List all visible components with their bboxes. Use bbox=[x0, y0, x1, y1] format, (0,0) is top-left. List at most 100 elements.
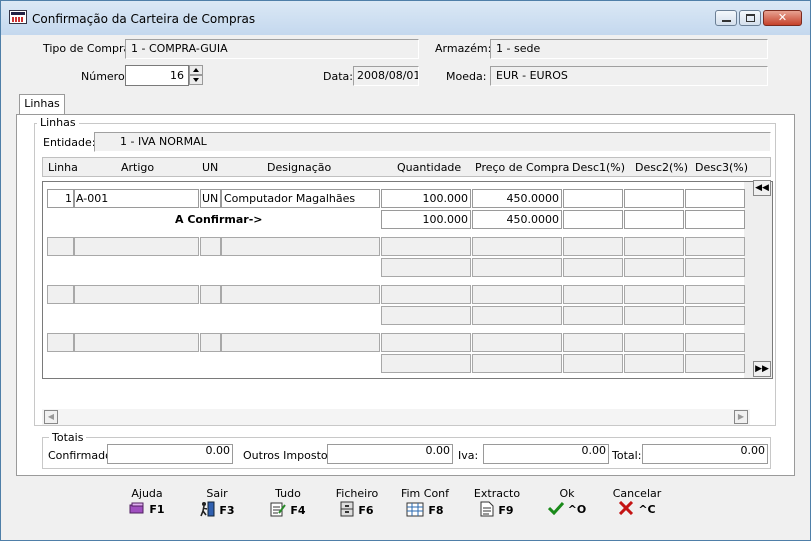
empty-row4-cell[interactable] bbox=[200, 333, 221, 352]
cross-icon bbox=[618, 500, 634, 518]
row1-quantidade[interactable]: 100.000 bbox=[381, 189, 471, 208]
empty-row4-sub-cell[interactable] bbox=[685, 354, 745, 373]
spin-down-button[interactable] bbox=[189, 75, 203, 85]
empty-row3-cell[interactable] bbox=[685, 285, 745, 304]
empty-row2-cell[interactable] bbox=[624, 237, 684, 256]
empty-row2-cell[interactable] bbox=[74, 237, 199, 256]
empty-row4-sub-cell[interactable] bbox=[381, 354, 471, 373]
empty-row3-sub-cell[interactable] bbox=[624, 306, 684, 325]
close-button[interactable]: ✕ bbox=[763, 10, 802, 26]
row1-desc1[interactable] bbox=[563, 189, 623, 208]
empty-row3-sub-cell[interactable] bbox=[563, 306, 623, 325]
tipo-compra-field[interactable]: 1 - COMPRA-GUIA bbox=[125, 39, 419, 59]
ok-button[interactable]: Ok ^O bbox=[537, 487, 597, 518]
col-designacao[interactable]: Designação bbox=[267, 161, 331, 174]
numero-input[interactable]: 16 bbox=[125, 65, 189, 86]
toolbar-label: Ajuda bbox=[131, 487, 163, 500]
numero-spinner[interactable] bbox=[189, 65, 203, 86]
tudo-button[interactable]: Tudo F4 bbox=[258, 487, 318, 520]
row1-preco[interactable]: 450.0000 bbox=[472, 189, 562, 208]
col-linha[interactable]: Linha bbox=[48, 161, 78, 174]
col-un[interactable]: UN bbox=[202, 161, 218, 174]
scroll-down-button[interactable]: ▶▶ bbox=[753, 361, 771, 377]
moeda-field[interactable]: EUR - EUROS bbox=[490, 66, 768, 86]
empty-row2-sub-cell[interactable] bbox=[472, 258, 562, 277]
empty-row3-cell[interactable] bbox=[47, 285, 74, 304]
grid-scroll-track[interactable] bbox=[744, 182, 772, 378]
empty-row4-sub-cell[interactable] bbox=[624, 354, 684, 373]
col-desc2[interactable]: Desc2(%) bbox=[635, 161, 688, 174]
row1-confirm-quantidade[interactable]: 100.000 bbox=[381, 210, 471, 229]
empty-row4-cell[interactable] bbox=[472, 333, 562, 352]
empty-row3-sub-cell[interactable] bbox=[381, 306, 471, 325]
scroll-right-button[interactable]: ▶ bbox=[734, 410, 748, 424]
empty-row3-sub-cell[interactable] bbox=[472, 306, 562, 325]
empty-row2-sub-cell[interactable] bbox=[624, 258, 684, 277]
horizontal-scrollbar[interactable] bbox=[42, 409, 750, 425]
cancelar-button[interactable]: Cancelar ^C bbox=[607, 487, 667, 518]
row1-linha[interactable]: 1 bbox=[47, 189, 74, 208]
empty-row2-cell[interactable] bbox=[47, 237, 74, 256]
empty-row3-cell[interactable] bbox=[74, 285, 199, 304]
maximize-button[interactable] bbox=[739, 10, 761, 26]
empty-row2-sub-cell[interactable] bbox=[685, 258, 745, 277]
row1-artigo[interactable]: A-001 bbox=[74, 189, 199, 208]
empty-row4-cell[interactable] bbox=[47, 333, 74, 352]
sair-button[interactable]: Sair F3 bbox=[187, 487, 247, 520]
minimize-button[interactable] bbox=[715, 10, 737, 26]
empty-row3-cell[interactable] bbox=[563, 285, 623, 304]
empty-row4-cell[interactable] bbox=[381, 333, 471, 352]
row1-confirm-preco[interactable]: 450.0000 bbox=[472, 210, 562, 229]
linhas-group-title: Linhas bbox=[37, 116, 79, 129]
col-artigo[interactable]: Artigo bbox=[121, 161, 154, 174]
row1-confirm-desc3[interactable] bbox=[685, 210, 745, 229]
empty-row4-cell[interactable] bbox=[74, 333, 199, 352]
tab-linhas[interactable]: Linhas bbox=[19, 94, 65, 115]
entidade-field[interactable]: 1 - IVA NORMAL bbox=[94, 132, 771, 152]
ajuda-button[interactable]: Ajuda F1 bbox=[117, 487, 177, 518]
extracto-button[interactable]: Extracto F9 bbox=[467, 487, 527, 520]
confirmado-field[interactable]: 0.00 bbox=[107, 444, 233, 464]
empty-row3-sub-cell[interactable] bbox=[685, 306, 745, 325]
empty-row2-cell[interactable] bbox=[563, 237, 623, 256]
empty-row4-sub-cell[interactable] bbox=[563, 354, 623, 373]
data-field[interactable]: 2008/08/01 bbox=[353, 66, 419, 86]
empty-row2-cell[interactable] bbox=[381, 237, 471, 256]
row1-designacao[interactable]: Computador Magalhães bbox=[221, 189, 380, 208]
empty-row2-cell[interactable] bbox=[685, 237, 745, 256]
row1-desc3[interactable] bbox=[685, 189, 745, 208]
col-preco[interactable]: Preço de Compra bbox=[475, 161, 569, 174]
empty-row3-cell[interactable] bbox=[472, 285, 562, 304]
empty-row4-cell[interactable] bbox=[624, 333, 684, 352]
empty-row4-cell[interactable] bbox=[563, 333, 623, 352]
empty-row4-cell[interactable] bbox=[685, 333, 745, 352]
empty-row3-cell[interactable] bbox=[624, 285, 684, 304]
col-desc3[interactable]: Desc3(%) bbox=[695, 161, 748, 174]
empty-row2-sub-cell[interactable] bbox=[563, 258, 623, 277]
empty-row4-cell[interactable] bbox=[221, 333, 380, 352]
spin-up-button[interactable] bbox=[189, 65, 203, 75]
scroll-up-button[interactable]: ◀◀ bbox=[753, 180, 771, 196]
window-title: Confirmação da Carteira de Compras bbox=[32, 12, 256, 26]
empty-row3-cell[interactable] bbox=[381, 285, 471, 304]
outros-impostos-field[interactable]: 0.00 bbox=[327, 444, 453, 464]
row1-un[interactable]: UN bbox=[200, 189, 221, 208]
row1-confirm-desc2[interactable] bbox=[624, 210, 684, 229]
iva-field[interactable]: 0.00 bbox=[483, 444, 609, 464]
fim-conf-button[interactable]: Fim Conf F8 bbox=[395, 487, 455, 520]
ficheiro-button[interactable]: Ficheiro F6 bbox=[327, 487, 387, 520]
col-quantidade[interactable]: Quantidade bbox=[397, 161, 461, 174]
empty-row3-cell[interactable] bbox=[221, 285, 380, 304]
armazem-field[interactable]: 1 - sede bbox=[490, 39, 768, 59]
scroll-left-button[interactable]: ◀ bbox=[44, 410, 58, 424]
col-desc1[interactable]: Desc1(%) bbox=[572, 161, 625, 174]
row1-confirm-desc1[interactable] bbox=[563, 210, 623, 229]
empty-row4-sub-cell[interactable] bbox=[472, 354, 562, 373]
empty-row2-sub-cell[interactable] bbox=[381, 258, 471, 277]
total-field[interactable]: 0.00 bbox=[642, 444, 768, 464]
empty-row2-cell[interactable] bbox=[200, 237, 221, 256]
empty-row2-cell[interactable] bbox=[221, 237, 380, 256]
empty-row2-cell[interactable] bbox=[472, 237, 562, 256]
empty-row3-cell[interactable] bbox=[200, 285, 221, 304]
row1-desc2[interactable] bbox=[624, 189, 684, 208]
